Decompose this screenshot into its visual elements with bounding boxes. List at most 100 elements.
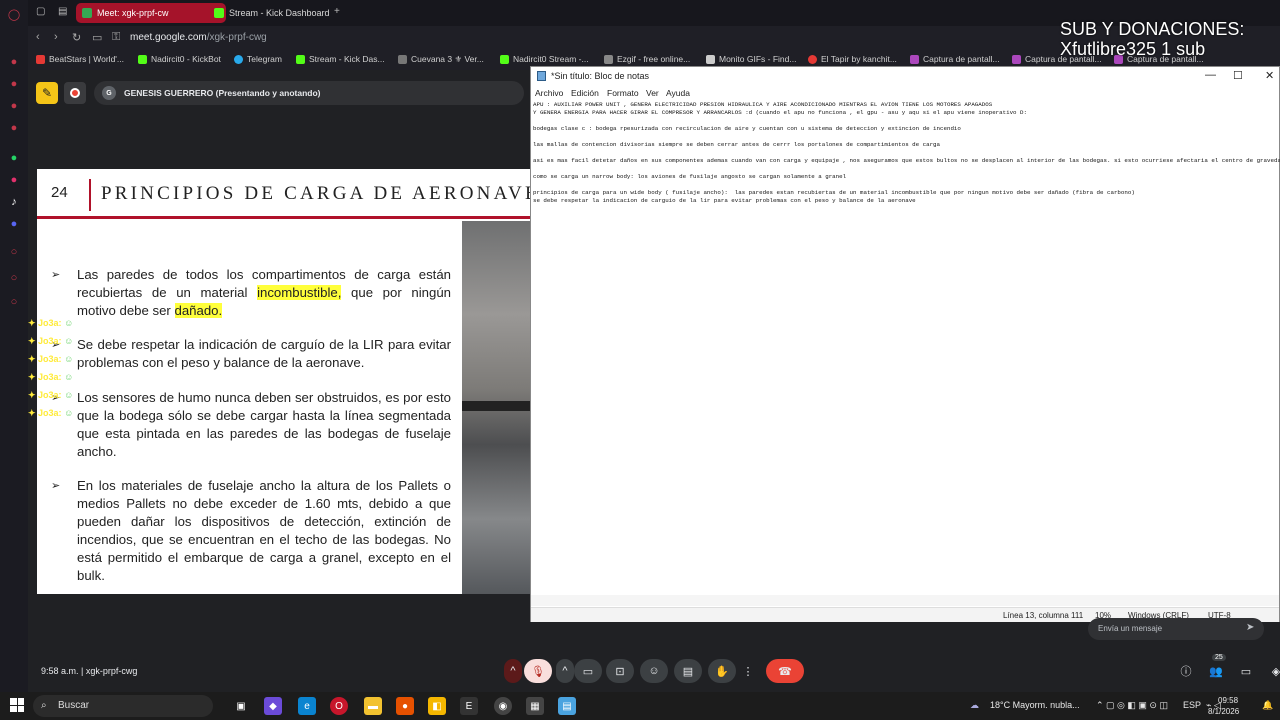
language-indicator[interactable]: ESP — [1183, 700, 1201, 710]
epic-games-icon[interactable]: E — [460, 697, 478, 715]
taskbar-search[interactable]: ⌕ Buscar — [33, 695, 213, 717]
url-host: meet.google.com — [130, 32, 207, 43]
file-explorer-icon[interactable]: ▬ — [364, 697, 382, 715]
reload-icon[interactable]: ↻ — [72, 31, 81, 44]
leave-call-button[interactable]: ☎ — [766, 659, 804, 683]
notification-icon[interactable]: 🔔 — [1262, 700, 1273, 711]
sidebar-app-icon[interactable]: ○ — [6, 244, 22, 260]
weather-text[interactable]: 18°C Mayorm. nubla... — [990, 700, 1080, 710]
audio-options-icon[interactable]: ^ — [504, 659, 522, 683]
app-icon[interactable]: ● — [396, 697, 414, 715]
annotate-icon[interactable]: ✎ — [36, 82, 58, 104]
clock-time[interactable]: 09:58 — [1218, 696, 1238, 705]
highlight: incombustible, — [257, 285, 342, 300]
lock-icon: ⚿ — [112, 31, 121, 43]
overlay-line: SUB Y DONACIONES: — [1060, 19, 1245, 39]
people-icon[interactable]: 👥 — [1202, 659, 1230, 683]
sidebar-app-icon[interactable]: ○ — [6, 294, 22, 310]
bookmark-item[interactable]: Nadircit0 - KickBot — [138, 54, 221, 64]
store-icon[interactable]: ▦ — [526, 697, 544, 715]
highlight: dañado. — [174, 303, 223, 318]
sidebar-app-icon[interactable]: ● — [6, 98, 22, 114]
slide-bullet: ➢ Los sensores de humo nunca deben ser o… — [51, 390, 451, 459]
notepad-taskbar-icon[interactable]: ▤ — [558, 697, 576, 715]
new-tab-icon[interactable]: + — [334, 6, 340, 17]
url-field[interactable]: meet.google.com/xgk-prpf-cwg — [130, 32, 267, 43]
tray-icons[interactable]: ⌃ ▢ ◎ ◧ ▣ ⊙ ◫ — [1096, 700, 1168, 711]
tab-label: Meet: xgk-prpf-cw — [97, 8, 169, 18]
presenter-name: GENESIS GUERRERO (Presentando y anotando… — [124, 88, 321, 98]
notepad-text-area[interactable]: APU : AUXILIAR POWER UNIT , GENERA ELECT… — [533, 101, 1280, 205]
bookmark-item[interactable]: BeatStars | World'... — [36, 54, 124, 64]
tab-meet[interactable]: Meet: xgk-prpf-cw — [76, 3, 226, 23]
task-view-icon[interactable]: ▣ — [232, 697, 250, 715]
sidebar-app-icon[interactable]: ● — [6, 54, 22, 70]
workspace-icon[interactable]: ▢ — [36, 6, 45, 17]
mic-off-button[interactable]: 🎙 — [524, 659, 552, 683]
avatar: G — [102, 86, 116, 100]
bookmark-item[interactable]: Ezgif - free online... — [604, 54, 690, 64]
bookmark-item[interactable]: Telegram — [234, 54, 282, 64]
opera-logo-icon[interactable]: ◯ — [6, 6, 22, 22]
bookmark-item[interactable]: El Tapir by kanchit... — [808, 54, 897, 64]
raise-hand-button[interactable]: ✋ — [708, 659, 736, 683]
sidebar-app-icon[interactable]: ● — [6, 76, 22, 92]
camera-button[interactable]: ▭ — [574, 659, 602, 683]
tab-list-icon[interactable]: ▤ — [58, 6, 67, 17]
copilot-icon[interactable]: ◆ — [264, 697, 282, 715]
video-options-icon[interactable]: ^ — [556, 659, 574, 683]
opera-icon[interactable]: O — [330, 697, 348, 715]
app-icon[interactable]: ◧ — [428, 697, 446, 715]
start-icon[interactable] — [10, 698, 24, 712]
tiktok-icon[interactable]: ♪ — [6, 194, 22, 210]
menu-ayuda[interactable]: Ayuda — [666, 88, 690, 98]
meeting-time: 9:58 a.m. | xgk-prpf-cwg — [41, 666, 138, 676]
menu-ver[interactable]: Ver — [646, 88, 659, 98]
minimize-icon[interactable]: — — [1205, 69, 1216, 81]
menu-archivo[interactable]: Archivo — [535, 88, 563, 98]
menu-formato[interactable]: Formato — [607, 88, 639, 98]
url-path: /xgk-prpf-cwg — [206, 32, 267, 43]
forward-icon[interactable]: › — [54, 31, 58, 43]
obs-icon[interactable]: ◉ — [494, 697, 512, 715]
windows-taskbar: ⌕ Buscar ▣ ◆ e O ▬ ● ◧ E ◉ ▦ ▤ ☁ 18°C Ma… — [0, 692, 1280, 720]
discord-icon[interactable]: ● — [6, 216, 22, 232]
notepad-window: *Sin título: Bloc de notas — ☐ ✕ Archivo… — [530, 66, 1280, 622]
chat-input[interactable]: Envía un mensaje ➤ — [1088, 618, 1264, 640]
more-options-icon[interactable]: ⋮ — [738, 659, 758, 683]
info-icon[interactable]: ⓘ — [1172, 659, 1200, 683]
clock-date[interactable]: 8/1/2026 — [1208, 707, 1239, 716]
stream-overlay-text: SUB Y DONACIONES: Xfutlibre325 1 sub — [1060, 19, 1280, 59]
chat-overlay-entry: ✦ Jo3a: ☺ — [28, 354, 74, 364]
tab-kick[interactable]: Stream - Kick Dashboard — [208, 3, 338, 23]
divider — [89, 179, 91, 211]
browser-sidebar: ◯ ● ● ● ● ● ● ♪ ● ○ ○ ○ — [0, 0, 28, 692]
chat-overlay-entry: ✦ Jo3a: ☺ — [28, 318, 74, 328]
camera-icon[interactable]: ▭ — [92, 31, 102, 44]
sidebar-app-icon[interactable]: ● — [6, 120, 22, 136]
activities-icon[interactable]: ◈ — [1262, 659, 1280, 683]
horizontal-scrollbar[interactable] — [531, 595, 1279, 606]
close-icon[interactable]: ✕ — [1265, 69, 1274, 82]
maximize-icon[interactable]: ☐ — [1233, 69, 1243, 82]
captions-button[interactable]: ▤ — [674, 659, 702, 683]
bookmark-item[interactable]: Stream - Kick Das... — [296, 54, 385, 64]
emoji-button[interactable]: ☺ — [640, 659, 668, 683]
present-button[interactable]: ⊡ — [606, 659, 634, 683]
edge-icon[interactable]: e — [298, 697, 316, 715]
record-icon[interactable] — [64, 82, 86, 104]
bookmark-item[interactable]: Captura de pantall... — [910, 54, 1000, 64]
whatsapp-icon[interactable]: ● — [6, 150, 22, 166]
bookmark-item[interactable]: Cuevana 3 ⚜ Ver... — [398, 54, 484, 65]
slide-bullet: ➢ Las paredes de todos los compartimento… — [51, 267, 451, 318]
menu-edicion[interactable]: Edición — [571, 88, 599, 98]
back-icon[interactable]: ‹ — [36, 31, 40, 43]
chat-icon[interactable]: ▭ — [1232, 659, 1260, 683]
search-icon: ⌕ — [41, 700, 47, 711]
bookmark-item[interactable]: Nadircit0 Stream -... — [500, 54, 589, 64]
bookmark-item[interactable]: Monito GIFs - Find... — [706, 54, 796, 64]
instagram-icon[interactable]: ● — [6, 172, 22, 188]
sidebar-app-icon[interactable]: ○ — [6, 270, 22, 286]
cargo-hold-photo — [462, 221, 530, 594]
send-icon[interactable]: ➤ — [1246, 622, 1254, 633]
